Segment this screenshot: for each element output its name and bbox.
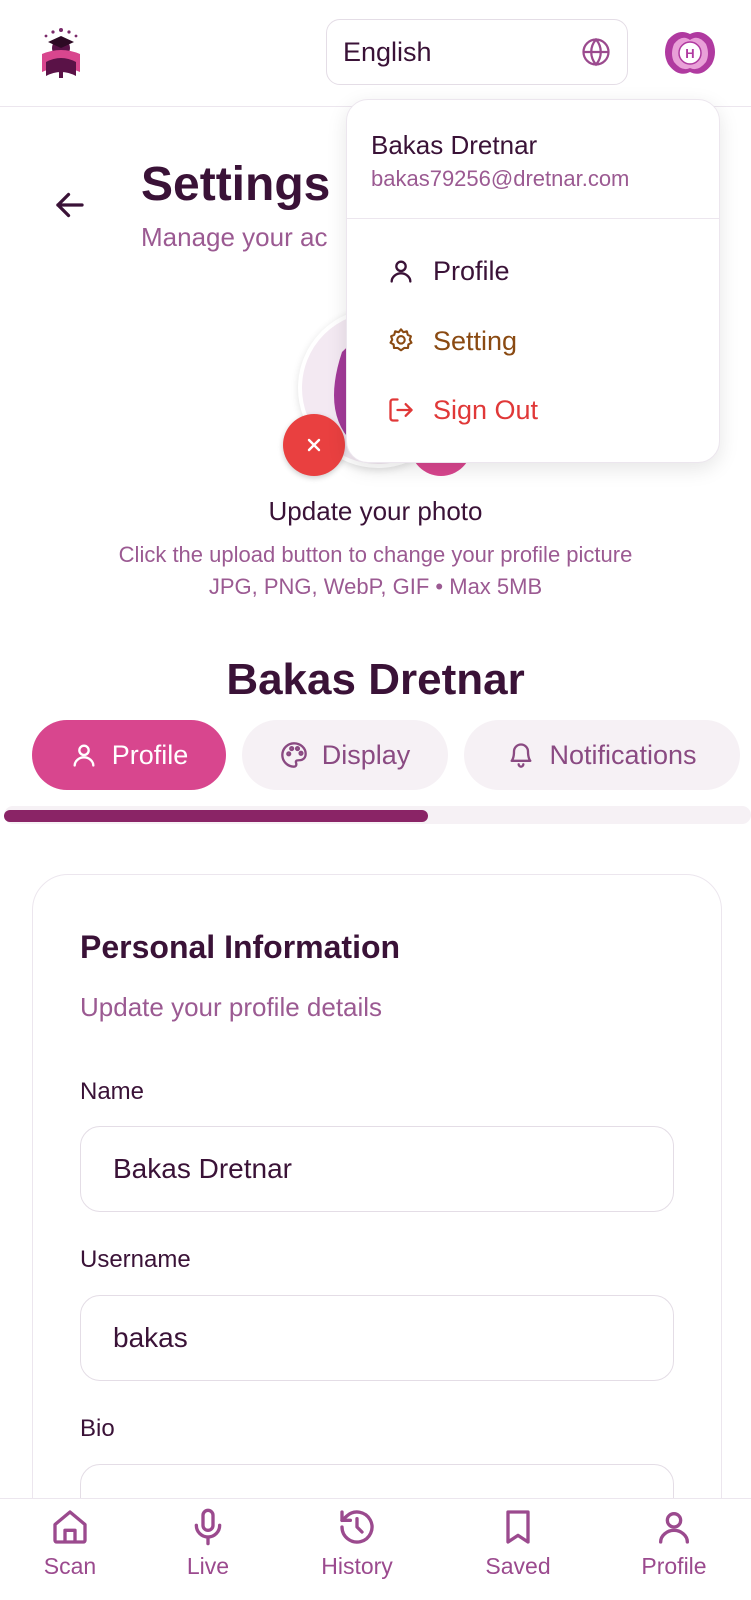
- card-subtitle: Update your profile details: [80, 992, 383, 1022]
- close-icon: [307, 438, 321, 452]
- menu-user-email: bakas79256@dretnar.com: [371, 166, 630, 191]
- sign-out-icon: [389, 398, 413, 422]
- globe-icon: [582, 37, 610, 67]
- bio-label: Bio: [80, 1415, 115, 1442]
- bookmark-icon: [506, 1510, 530, 1544]
- user-display-name: Bakas Dretnar: [226, 655, 525, 704]
- gear-icon: [389, 328, 413, 352]
- nav-live[interactable]: Live: [153, 1507, 263, 1597]
- bottom-nav: Scan Live History Saved Profile: [0, 1498, 751, 1600]
- nav-profile-label: Profile: [641, 1553, 707, 1579]
- tab-profile[interactable]: Profile: [32, 720, 226, 790]
- menu-item-setting[interactable]: Setting: [387, 321, 517, 361]
- language-select[interactable]: English: [326, 19, 628, 85]
- menu-item-profile[interactable]: Profile: [387, 251, 510, 291]
- username-field[interactable]: bakas: [80, 1295, 674, 1381]
- user-dropdown-menu: Bakas Dretnar bakas79256@dretnar.com Pro…: [346, 99, 720, 463]
- user-icon: [73, 744, 95, 767]
- nav-scan-label: Scan: [43, 1553, 97, 1579]
- palette-icon: [280, 742, 307, 768]
- tab-profile-label: Profile: [111, 739, 189, 770]
- menu-item-setting-label: Setting: [433, 325, 518, 356]
- bell-icon: [510, 743, 532, 768]
- app-logo[interactable]: [36, 24, 86, 80]
- tab-progress-fill: [4, 810, 428, 822]
- name-label: Name: [80, 1078, 145, 1105]
- update-photo-formats: JPG, PNG, WebP, GIF • Max 5MB: [208, 574, 543, 599]
- tab-display-label: Display: [321, 739, 411, 770]
- home-icon: [53, 1510, 87, 1544]
- update-photo-title: Update your photo: [268, 496, 483, 526]
- microphone-icon: [194, 1508, 222, 1546]
- user-icon: [659, 1512, 689, 1544]
- tab-notifications-label: Notifications: [549, 739, 697, 770]
- page-subtitle: Manage your ac: [141, 222, 328, 252]
- nav-live-label: Live: [186, 1553, 230, 1579]
- nav-history-label: History: [321, 1553, 393, 1579]
- user-avatar-button[interactable]: H: [660, 24, 720, 82]
- update-photo-help: Click the upload button to change your p…: [118, 542, 633, 567]
- user-icon: [390, 260, 412, 283]
- name-field[interactable]: Bakas Dretnar: [80, 1126, 674, 1212]
- nav-history[interactable]: History: [302, 1507, 412, 1597]
- card-title: Personal Information: [80, 929, 401, 965]
- tab-display[interactable]: Display: [242, 720, 448, 790]
- nav-scan[interactable]: Scan: [15, 1507, 125, 1597]
- nav-profile[interactable]: Profile: [619, 1507, 729, 1597]
- menu-user-name: Bakas Dretnar: [371, 130, 538, 160]
- menu-divider: [347, 218, 719, 219]
- nav-saved-label: Saved: [485, 1553, 551, 1579]
- menu-item-sign-out[interactable]: Sign Out: [387, 390, 538, 430]
- tab-notifications[interactable]: Notifications: [464, 720, 740, 790]
- menu-item-sign-out-label: Sign Out: [433, 394, 539, 425]
- language-select-value: English: [343, 36, 432, 67]
- menu-item-profile-label: Profile: [433, 255, 510, 286]
- avatar-initial: H: [685, 46, 694, 61]
- top-bar: English H: [0, 0, 751, 107]
- back-arrow-icon[interactable]: [52, 187, 88, 223]
- history-icon: [340, 1510, 374, 1544]
- username-label: Username: [80, 1246, 191, 1273]
- nav-saved[interactable]: Saved: [463, 1507, 573, 1597]
- remove-photo-button[interactable]: [283, 414, 345, 476]
- page-title: Settings: [141, 158, 331, 211]
